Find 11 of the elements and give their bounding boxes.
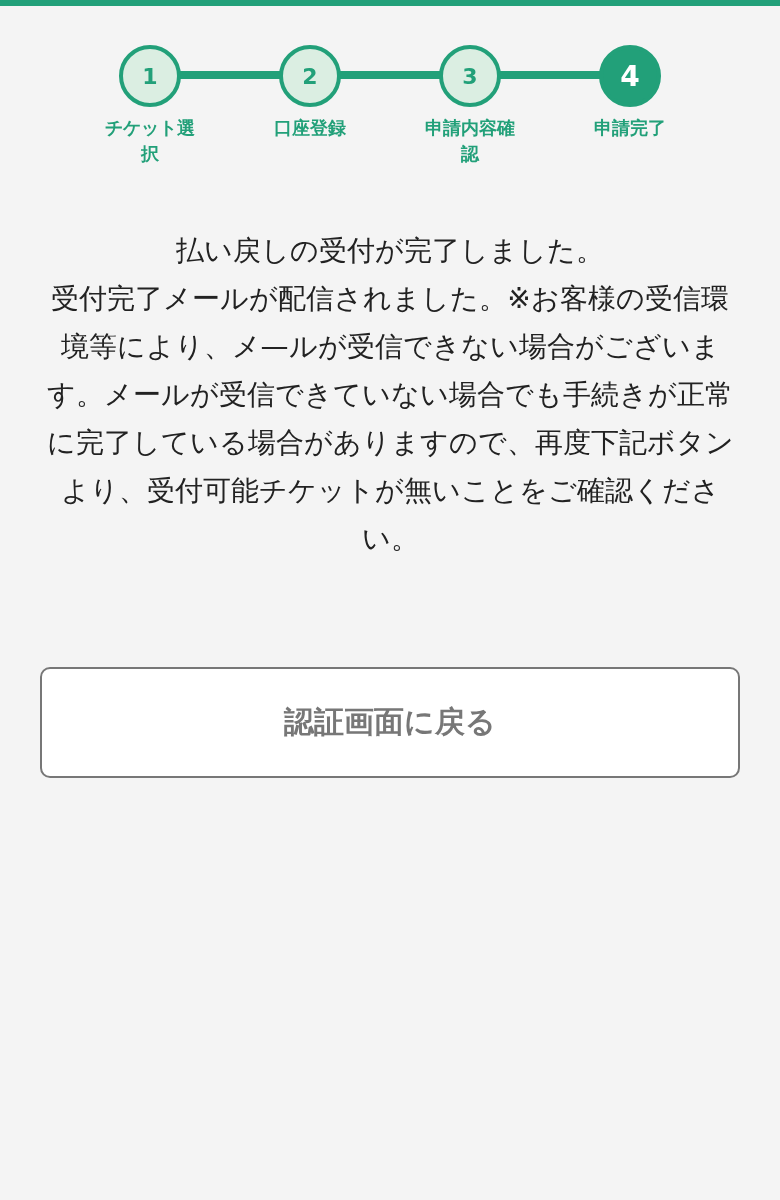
step-label: 申請完了 <box>593 116 667 140</box>
message-text: 払い戻しの受付が完了しました。 <box>175 233 605 269</box>
step-number: 4 <box>599 45 661 107</box>
message-text: 受付完了メールが配信されました。※お客様の受信環境等により、メ—ルが受信できない場合がございます。メールが受信できていない場合でも手続きが正常に完了している場合がありますので、再度下記ボタンより、受付可能チケットが無いことをご確認ください。 <box>45 281 735 557</box>
step-number: 1 <box>119 45 181 107</box>
step-number: 2 <box>279 45 341 107</box>
step-label: 申請内容確認 <box>424 116 516 166</box>
back-button[interactable]: 認証画面に戻る <box>40 667 740 778</box>
step-label: チケット選択 <box>104 116 196 166</box>
step-label: 口座登録 <box>273 116 347 140</box>
step-number: 3 <box>439 45 501 107</box>
